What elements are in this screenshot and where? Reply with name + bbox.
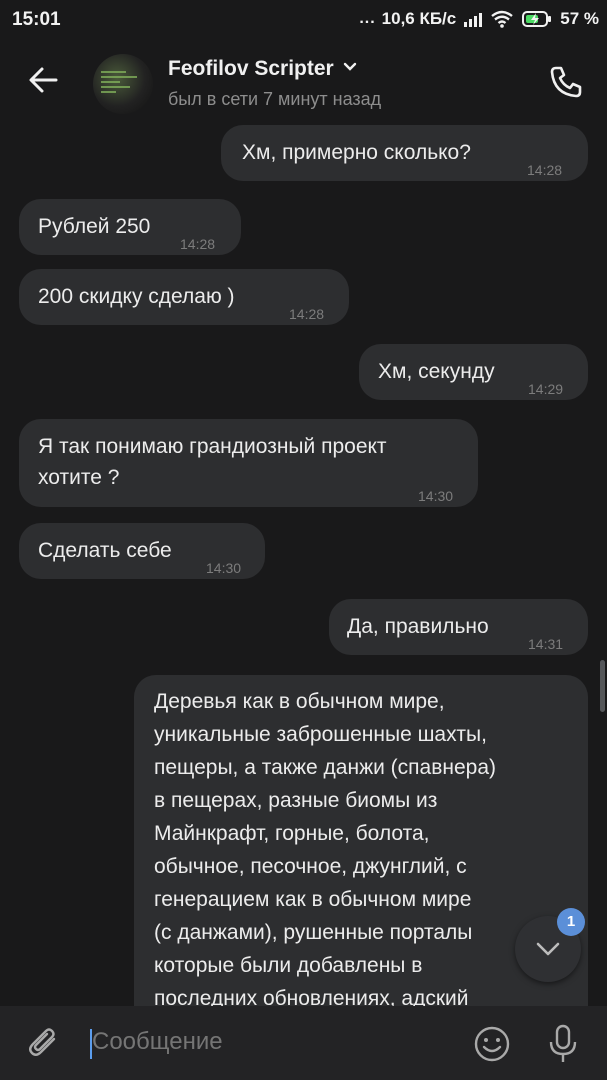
message-text: Хм, секунду [378, 360, 495, 383]
message-composer [0, 1006, 607, 1080]
phone-icon[interactable] [546, 62, 586, 102]
message-text-line: Я так понимаю грандиозный проект [38, 435, 387, 458]
contact-name: Feofilov Scripter [168, 57, 334, 80]
message-text-line: обычное, песочное, джунглий, с [154, 855, 467, 878]
status-bar: 15:01 ... 10,6 КБ/с 57 % [0, 0, 607, 40]
unread-badge: 1 [557, 908, 585, 936]
message-text: Хм, примерно сколько? [242, 141, 471, 164]
message-time: 14:28 [289, 306, 325, 322]
message-text: 200 скидку сделаю ) [38, 285, 235, 308]
last-seen-status: был в сети 7 минут назад [168, 89, 382, 109]
message-text-line: Майнкрафт, горные, болота, [154, 822, 430, 845]
microphone-icon[interactable] [545, 1023, 581, 1065]
message-text-line: хотите ? [38, 466, 120, 489]
message-text-line: уникальные заброшенные шахты, [154, 723, 487, 746]
paperclip-icon[interactable] [24, 1023, 64, 1063]
battery-charging-icon [522, 10, 552, 28]
message-bubble-outgoing[interactable]: Хм, секунду 14:29 [359, 344, 588, 400]
smiley-icon[interactable] [472, 1024, 512, 1064]
network-speed: 10,6 КБ/с [381, 9, 457, 28]
wifi-icon [490, 10, 514, 28]
message-time: 14:29 [528, 381, 564, 397]
message-list[interactable]: Хм, примерно сколько? 14:28 Рублей 250 1… [0, 122, 607, 1006]
message-time: 14:31 [528, 636, 564, 652]
message-bubble-incoming[interactable]: Сделать себе 14:30 [19, 523, 265, 579]
message-bubble-incoming[interactable]: 200 скидку сделаю ) 14:28 [19, 269, 349, 325]
chevron-down-icon [342, 60, 358, 78]
message-bubble-outgoing[interactable]: Хм, примерно сколько? 14:28 [221, 125, 588, 181]
message-text-line: которые были добавлены в [154, 954, 423, 977]
message-text-line: в пещерах, разные биомы из [154, 789, 438, 812]
status-icons: ... 10,6 КБ/с 57 % [359, 9, 599, 29]
signal-icon [464, 11, 483, 27]
message-text: Рублей 250 [38, 215, 151, 238]
clock: 15:01 [12, 9, 61, 30]
message-text-line: (с данжами), рушенные порталы [154, 921, 473, 944]
scroll-to-bottom-button[interactable]: 1 [515, 908, 585, 982]
message-time: 14:28 [527, 162, 563, 178]
message-time: 14:28 [180, 236, 216, 252]
chat-header: Feofilov Scripter был в сети 7 минут наз… [0, 40, 607, 122]
message-time: 14:30 [206, 560, 242, 576]
message-text-line: последних обновлениях, адский [154, 987, 469, 1006]
message-time: 14:30 [418, 488, 454, 504]
message-bubble-incoming[interactable]: Рублей 250 14:28 [19, 199, 241, 255]
message-bubble-outgoing[interactable]: Да, правильно 14:31 [329, 599, 588, 655]
more-dots: ... [359, 10, 376, 27]
message-text-line: Деревья как в обычном мире, [154, 690, 445, 713]
message-bubble-incoming[interactable]: Я так понимаю грандиозный проект хотите … [19, 419, 478, 507]
arrow-left-icon[interactable] [26, 62, 62, 98]
battery-level: 57 % [560, 9, 599, 28]
contact-title[interactable]: Feofilov Scripter [168, 57, 358, 81]
message-text: Да, правильно [347, 615, 489, 638]
message-text-line: генерацием как в обычном мире [154, 888, 472, 911]
scrollbar-thumb[interactable] [600, 660, 605, 712]
message-text: Сделать себе [38, 539, 172, 562]
message-input[interactable] [92, 1028, 452, 1056]
avatar[interactable] [93, 54, 153, 114]
message-text-line: пещеры, а также данжи (спавнера) [154, 756, 497, 779]
